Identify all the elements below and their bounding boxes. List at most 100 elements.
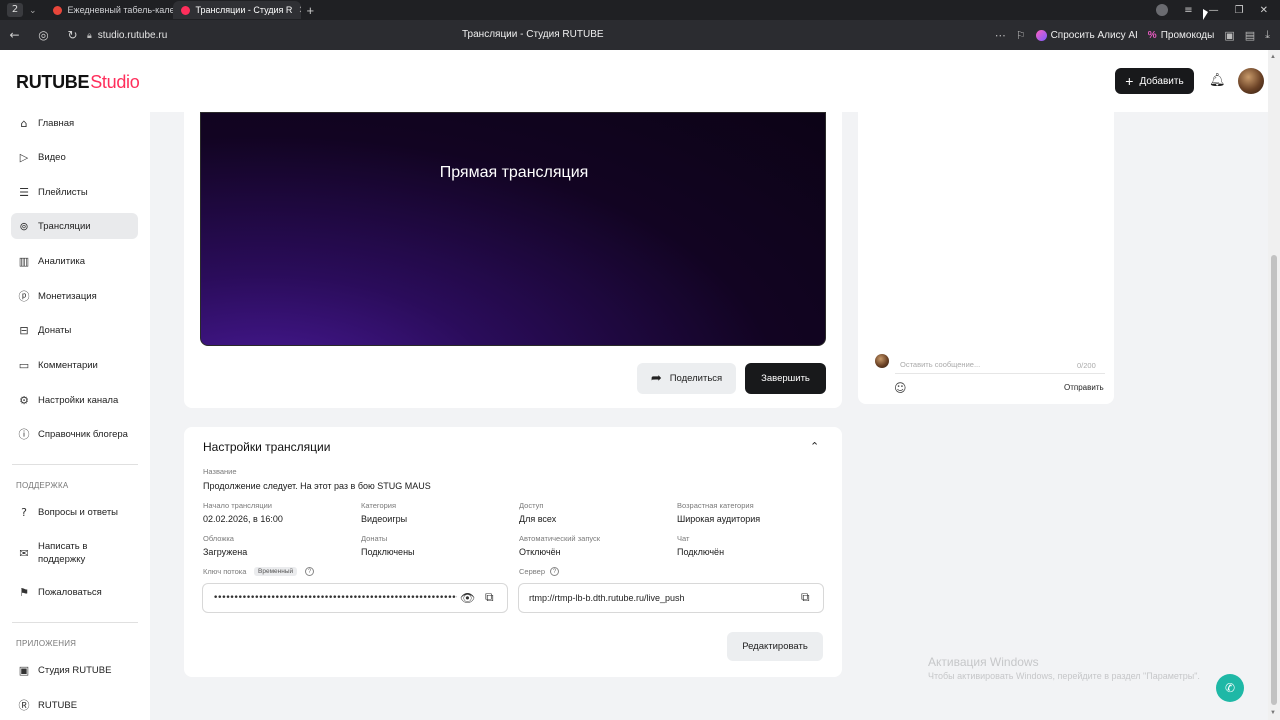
video-icon: ▷ <box>19 150 29 164</box>
autostart-value: Отключён <box>519 547 561 557</box>
more-icon[interactable]: ⋯ <box>995 29 1006 42</box>
label-line2: поддержку <box>38 554 86 565</box>
shield-icon[interactable]: ◎ <box>29 28 58 42</box>
sidebar-item-label: Справочник блогера <box>38 428 128 440</box>
cover-value: Загружена <box>203 547 248 557</box>
copy-icon[interactable]: ⧉ <box>801 590 810 605</box>
eye-icon[interactable]: 👁︎ <box>460 591 475 605</box>
sidebar-item-write-support[interactable]: ✉ Написать в поддержку <box>11 538 138 568</box>
sidebar-item-label: Аналитика <box>38 255 86 267</box>
promo-button[interactable]: % Промокоды <box>1148 30 1215 41</box>
sidebar-item-report[interactable]: ⚑ Пожаловаться <box>11 579 138 605</box>
video-preview[interactable]: Прямая трансляция <box>200 112 826 346</box>
new-tab-icon[interactable]: + <box>307 3 315 18</box>
restore-icon[interactable]: ❐ <box>1235 5 1244 16</box>
sidebar-item-channel-settings[interactable]: ⚙ Настройки канала <box>11 387 138 413</box>
browser-tabbar: 2 ⌄ Ежедневный табель-кале Трансляции - … <box>0 0 1280 20</box>
add-button[interactable]: + Добавить <box>1115 68 1194 94</box>
reload-icon[interactable]: ↻ <box>58 28 87 42</box>
server-value: rtmp://rtmp-lb-b.dth.rutube.ru/live_push <box>529 593 685 603</box>
question-icon: ? <box>21 505 27 519</box>
sidebar-item-monetization[interactable]: ⓟ Монетизация <box>11 283 138 309</box>
server-field[interactable]: rtmp://rtmp-lb-b.dth.rutube.ru/live_push <box>518 583 824 613</box>
sidebar-item-studio-app[interactable]: ▣ Студия RUTUBE <box>11 657 138 683</box>
browser-tab-streams[interactable]: Трансляции - Студия R ✕ <box>172 1 301 19</box>
sidebar-item-label: Донаты <box>38 324 72 336</box>
sidebar-divider <box>12 622 138 623</box>
close-window-icon[interactable]: ✕ <box>1260 5 1268 16</box>
donates-value: Подключены <box>361 547 415 557</box>
access-label: Доступ <box>519 501 544 510</box>
download-icon[interactable]: ⤓ <box>1265 28 1270 42</box>
temporary-badge: Временный <box>254 567 298 576</box>
sidebar-item-video[interactable]: ▷ Видео <box>11 144 138 170</box>
chat-char-counter: 0/200 <box>1077 361 1096 370</box>
sidebar-item-blogger-guide[interactable]: ⓘ Справочник блогера <box>11 421 138 447</box>
chat-avatar <box>875 354 889 368</box>
scroll-down-icon[interactable]: ▼ <box>1270 710 1276 716</box>
flag-icon: ⚑ <box>19 585 29 599</box>
sidebar-item-label: Главная <box>38 117 75 129</box>
sidebar-item-label: Пожаловаться <box>38 586 102 598</box>
sidebar-item-rutube-app[interactable]: Ⓡ RUTUBE <box>11 692 138 718</box>
chevron-up-icon[interactable]: ⌃ <box>810 440 819 453</box>
screenshot-icon[interactable]: ▣ <box>1224 29 1234 42</box>
bookmark-icon[interactable]: ⚐ <box>1016 29 1026 42</box>
sidebar-item-broadcasts[interactable]: ⊚ Трансляции <box>11 213 138 239</box>
browser-tab-calendar[interactable]: Ежедневный табель-кале <box>45 1 173 19</box>
windows-activation-text: Чтобы активировать Windows, перейдите в … <box>928 671 1200 681</box>
back-icon[interactable]: ← <box>0 28 29 42</box>
sidebar-item-donates[interactable]: ⊟ Донаты <box>11 317 138 343</box>
stream-key-label: Ключ потока <box>203 567 247 576</box>
url-field[interactable]: 🔒︎ studio.rutube.ru <box>87 30 167 41</box>
sidebar-item-comments[interactable]: ▭ Комментарии <box>11 352 138 378</box>
url-text: studio.rutube.ru <box>97 29 168 41</box>
avatar[interactable] <box>1238 68 1264 94</box>
copy-icon[interactable]: ⧉ <box>485 590 494 605</box>
share-button[interactable]: ➦ Поделиться <box>637 363 736 394</box>
video-title: Прямая трансляция <box>439 164 589 181</box>
sidebar-item-label: Монетизация <box>38 290 97 302</box>
page-scrollbar[interactable]: ▲ ▼ <box>1268 50 1280 720</box>
rutube-studio-logo[interactable]: RUTUBEStudio <box>16 72 140 93</box>
chat-message-input[interactable]: Оставить сообщение... <box>895 354 1105 374</box>
alice-button[interactable]: Спросить Алису AI <box>1035 29 1138 41</box>
menu-icon[interactable]: ≡ <box>1184 5 1192 16</box>
profile-icon[interactable] <box>1156 4 1169 16</box>
broadcast-icon: ⊚ <box>19 219 29 233</box>
close-icon[interactable]: ✕ <box>292 5 300 16</box>
sidebar-item-playlists[interactable]: ☰ Плейлисты <box>11 179 138 205</box>
sidebar-item-home[interactable]: ⌂ Главная <box>11 110 138 136</box>
end-stream-button[interactable]: Завершить <box>745 363 826 394</box>
help-icon[interactable]: ? <box>550 567 559 576</box>
sidebar-item-analytics[interactable]: ▥ Аналитика <box>11 248 138 274</box>
support-chat-button[interactable]: ✆ <box>1216 674 1244 702</box>
minimize-icon[interactable]: — <box>1209 5 1219 16</box>
tab-counter[interactable]: 2 <box>7 3 23 17</box>
chat-bubble-icon: ✆ <box>1224 681 1236 695</box>
autostart-label: Автоматический запуск <box>519 534 601 543</box>
plus-icon: + <box>1125 73 1134 89</box>
emoji-icon[interactable]: ☺ <box>894 381 907 395</box>
calendar-favicon-icon <box>52 5 62 15</box>
bell-icon[interactable]: 🔔︎ <box>1209 73 1226 88</box>
browser-addressbar: ← ◎ ↻ 🔒︎ studio.rutube.ru Трансляции - С… <box>0 20 1280 50</box>
chat-send-button[interactable]: Отправить <box>1064 383 1104 392</box>
tab-label: Трансляции - Студия R <box>195 5 293 15</box>
help-icon[interactable]: ? <box>305 567 314 576</box>
category-value: Видеоигры <box>361 514 408 524</box>
chevron-down-icon[interactable]: ⌄ <box>29 5 37 16</box>
addressbar-actions: ⋯ ⚐ Спросить Алису AI % Промокоды ▣ ▤ ⤓ <box>995 28 1280 42</box>
edit-button[interactable]: Редактировать <box>727 632 823 661</box>
scrollbar-thumb[interactable] <box>1271 255 1277 705</box>
tab-label: Ежедневный табель-кале <box>67 5 173 15</box>
sidebar-item-label: Плейлисты <box>38 186 88 198</box>
age-value: Широкая аудитория <box>677 514 761 524</box>
scroll-up-icon[interactable]: ▲ <box>1270 54 1276 60</box>
playlist-icon: ☰ <box>19 185 29 199</box>
sidebar-item-label: Студия RUTUBE <box>38 664 112 676</box>
sidebar-item-faq[interactable]: ? Вопросы и ответы <box>11 499 138 525</box>
promo-label: Промокоды <box>1160 29 1215 41</box>
window-controls: ≡ — ❐ ✕ <box>1156 4 1280 16</box>
collections-icon[interactable]: ▤ <box>1245 29 1255 42</box>
